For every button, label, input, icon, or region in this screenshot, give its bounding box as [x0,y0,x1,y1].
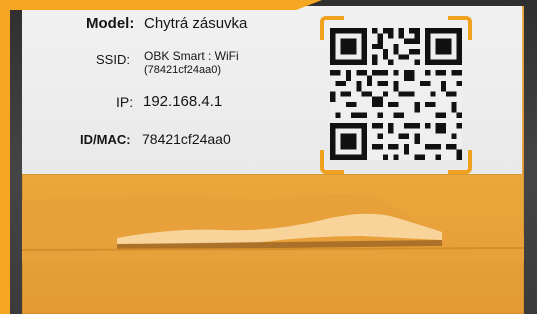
torn-flap [22,194,524,262]
idmac-value: 78421cf24aa0 [142,131,231,147]
idmac-key: ID/MAC: [80,132,131,147]
ssid-key: SSID: [96,52,130,67]
ip-key: IP: [116,94,134,110]
model-key: Model: [86,15,135,32]
ssid-sub: (78421cf24aa0) [144,64,222,76]
model-value: Chytrá zásuvka [144,15,248,32]
accent-corner [0,0,322,10]
ssid-value: OBK Smart : WiFi [144,49,239,63]
qr-code-icon [330,28,462,160]
qr-area [320,16,472,174]
ip-value: 192.168.4.1 [143,93,223,110]
photo-scene: Model: Chytrá zásuvka SSID: OBK Smart : … [0,0,537,314]
accent-bar [0,0,10,314]
